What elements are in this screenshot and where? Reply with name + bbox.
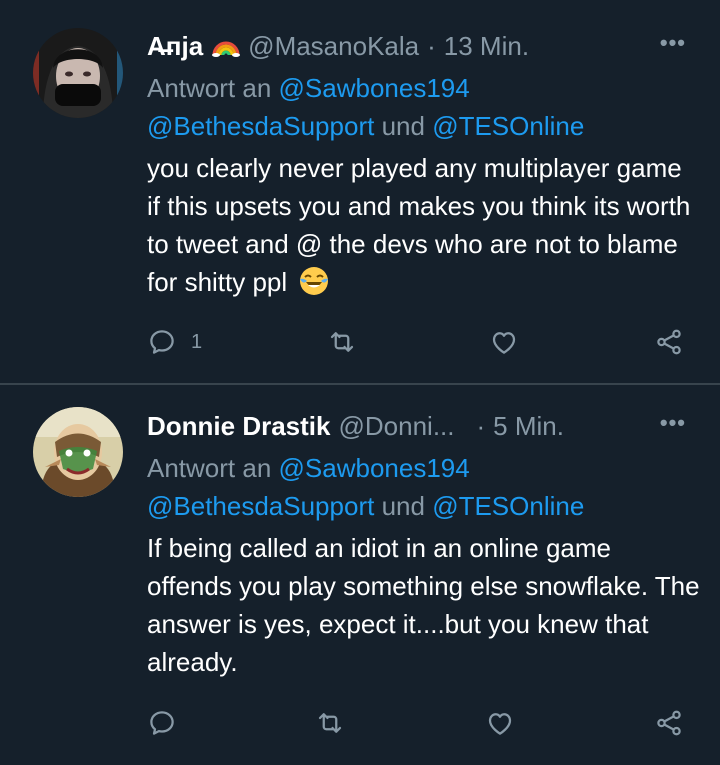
separator: · bbox=[427, 30, 436, 61]
tweet-body: you clearly never played any multiplayer… bbox=[147, 153, 691, 297]
like-button[interactable] bbox=[488, 320, 520, 364]
retweet-icon bbox=[318, 713, 342, 733]
retweet-icon bbox=[330, 332, 354, 352]
handle[interactable]: @Donni... bbox=[339, 411, 455, 442]
reply-prefix: Antwort an bbox=[147, 453, 272, 483]
share-button[interactable] bbox=[652, 701, 686, 745]
tweet-text: you clearly never played any multiplayer… bbox=[147, 149, 700, 307]
separator: · bbox=[476, 410, 486, 441]
reply-icon bbox=[150, 711, 174, 735]
mention-link[interactable]: @BethesdaSupport bbox=[147, 491, 374, 521]
tweet-header: A̶пja @MasanoKala · 13 Min. ••• bbox=[147, 26, 700, 66]
share-icon bbox=[657, 329, 681, 355]
timestamp[interactable]: 5 Min. bbox=[493, 411, 564, 442]
reply-count: 1 bbox=[191, 330, 203, 353]
like-button[interactable] bbox=[484, 701, 516, 745]
reply-context: Antwort an @Sawbones194 @BethesdaSupport… bbox=[147, 449, 700, 525]
display-name[interactable]: Donnie Drastik bbox=[147, 411, 331, 442]
handle[interactable]: @MasanoKala bbox=[248, 31, 419, 62]
timestamp[interactable]: 13 Min. bbox=[444, 31, 529, 62]
like-icon bbox=[488, 713, 512, 735]
display-name[interactable]: A̶пja bbox=[147, 31, 203, 62]
mention-link[interactable]: @Sawbones194 bbox=[279, 73, 470, 103]
mention-link[interactable]: @BethesdaSupport bbox=[147, 111, 374, 141]
share-icon bbox=[657, 710, 681, 736]
tweet-text: If being called an idiot in an online ga… bbox=[147, 529, 700, 681]
like-icon bbox=[492, 332, 516, 354]
avatar[interactable] bbox=[33, 28, 123, 118]
reply-context: Antwort an @Sawbones194 @BethesdaSupport… bbox=[147, 69, 700, 145]
tweet-body: If being called an idiot in an online ga… bbox=[147, 533, 700, 677]
mention-link[interactable]: @TESOnline bbox=[432, 111, 584, 141]
mention-link[interactable]: @TESOnline bbox=[432, 491, 584, 521]
tweet[interactable]: A̶пja @MasanoKala · 13 Min. ••• Antwort … bbox=[0, 0, 720, 384]
avatar[interactable] bbox=[33, 407, 123, 497]
retweet-button[interactable] bbox=[314, 701, 346, 745]
reply-prefix: Antwort an bbox=[147, 73, 272, 103]
tweet-actions bbox=[0, 701, 720, 745]
tweet[interactable]: Donnie Drastik @Donni... · 5 Min. ••• An… bbox=[0, 385, 720, 765]
reply-icon bbox=[150, 330, 174, 354]
reply-and: und bbox=[381, 111, 425, 141]
reply-button[interactable]: 1 bbox=[147, 320, 202, 364]
reply-and: und bbox=[381, 491, 425, 521]
share-button[interactable] bbox=[652, 320, 686, 364]
reply-button[interactable] bbox=[147, 701, 177, 745]
face-with-tears-of-joy-icon bbox=[298, 265, 330, 307]
tweet-header: Donnie Drastik @Donni... · 5 Min. ••• bbox=[147, 406, 700, 446]
tweet-actions: 1 bbox=[0, 320, 720, 364]
rainbow-icon bbox=[211, 35, 241, 57]
retweet-button[interactable] bbox=[326, 320, 358, 364]
mention-link[interactable]: @Sawbones194 bbox=[279, 453, 470, 483]
more-options-icon[interactable]: ••• bbox=[660, 30, 686, 56]
more-options-icon[interactable]: ••• bbox=[660, 410, 686, 436]
